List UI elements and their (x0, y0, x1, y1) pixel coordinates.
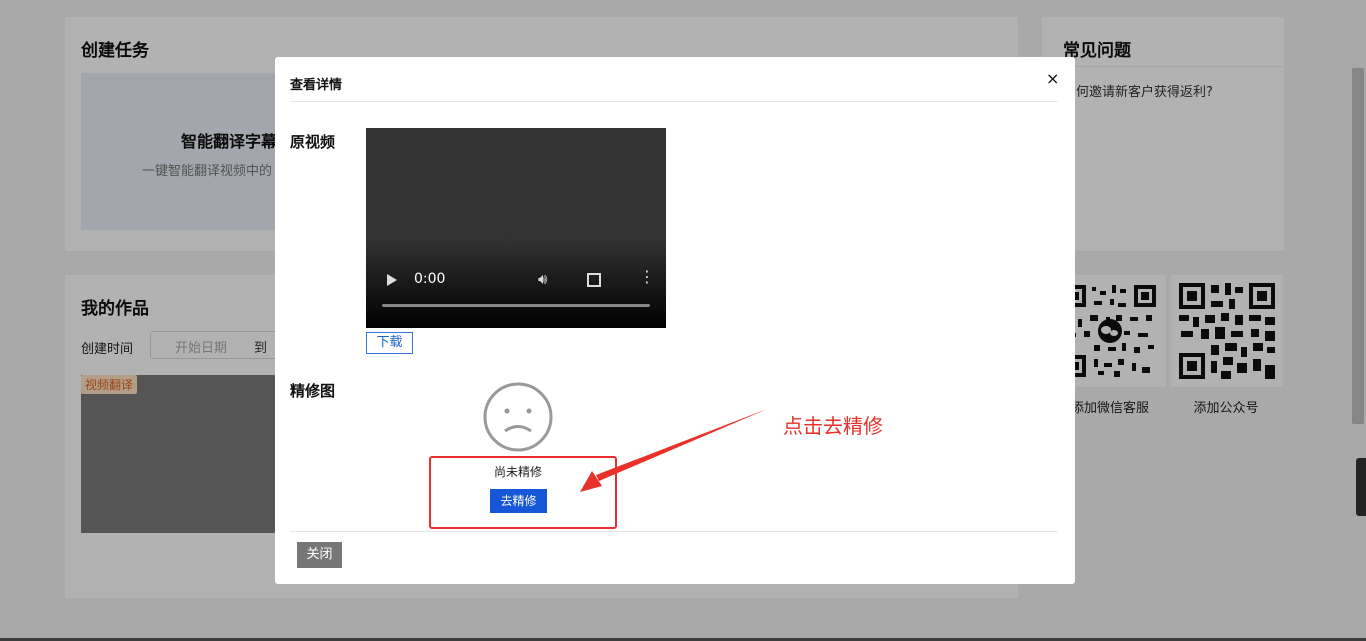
volume-icon[interactable]: 🔊︎ (538, 270, 547, 288)
download-button[interactable]: 下载 (366, 332, 413, 354)
modal-title: 查看详情 (290, 78, 343, 93)
more-options-icon[interactable]: ⋮ (639, 269, 655, 285)
annotation-text: 点击去精修 (783, 414, 883, 438)
play-icon[interactable] (387, 274, 397, 286)
modal-footer-divider (290, 531, 1058, 532)
sad-face-icon (483, 382, 553, 452)
annotation-highlight-box (429, 456, 617, 529)
original-video-label: 原视频 (290, 133, 336, 151)
detail-modal: 查看详情 × 原视频 0:00 🔊︎ ⋮ 下载 精修图 尚未精修 去精修 关闭 (275, 57, 1075, 584)
refined-image-label: 精修图 (290, 382, 336, 400)
modal-close-button[interactable]: 关闭 (297, 542, 342, 568)
modal-header-divider (290, 101, 1058, 102)
modal-close-icon[interactable]: × (1046, 69, 1059, 88)
fullscreen-icon[interactable] (587, 273, 601, 287)
video-time: 0:00 (414, 271, 446, 287)
video-progress-bar[interactable] (382, 304, 650, 307)
original-video-player[interactable]: 0:00 🔊︎ ⋮ (366, 128, 666, 328)
